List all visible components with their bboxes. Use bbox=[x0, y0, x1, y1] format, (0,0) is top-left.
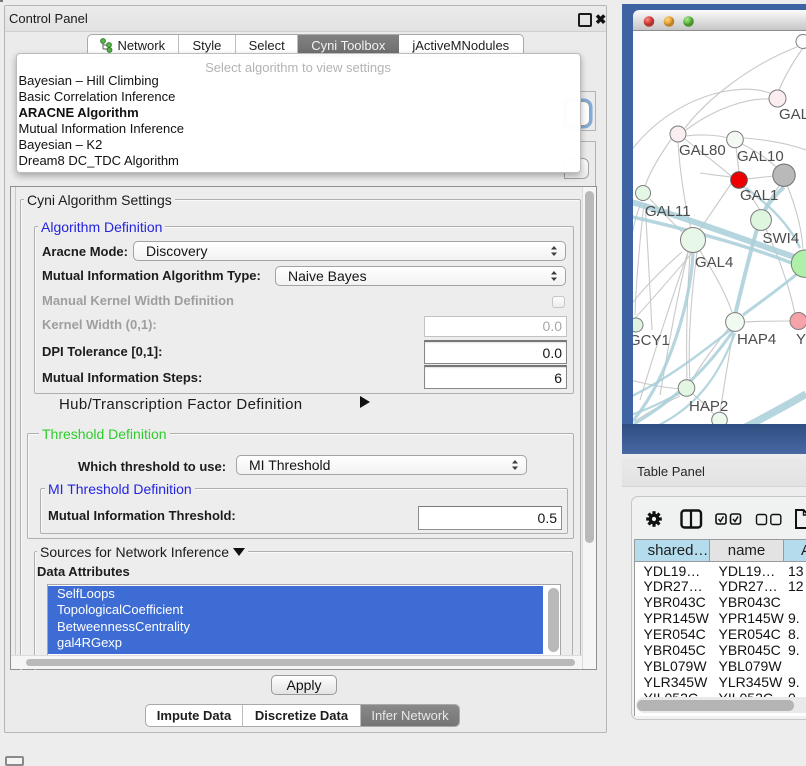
svg-text:GAL11: GAL11 bbox=[645, 203, 691, 220]
svg-text:GAL4: GAL4 bbox=[695, 254, 733, 271]
svg-text:GAL80: GAL80 bbox=[779, 106, 806, 123]
svg-text:GAL80: GAL80 bbox=[679, 142, 726, 159]
svg-text:HAP2: HAP2 bbox=[689, 398, 728, 415]
svg-text:SWI4: SWI4 bbox=[763, 230, 800, 247]
svg-text:HAP4: HAP4 bbox=[737, 331, 776, 348]
svg-text:GAL1: GAL1 bbox=[740, 187, 778, 204]
svg-text:GCY1: GCY1 bbox=[633, 332, 670, 349]
svg-text:Y: Y bbox=[796, 331, 806, 348]
svg-text:GAL10: GAL10 bbox=[737, 148, 784, 165]
